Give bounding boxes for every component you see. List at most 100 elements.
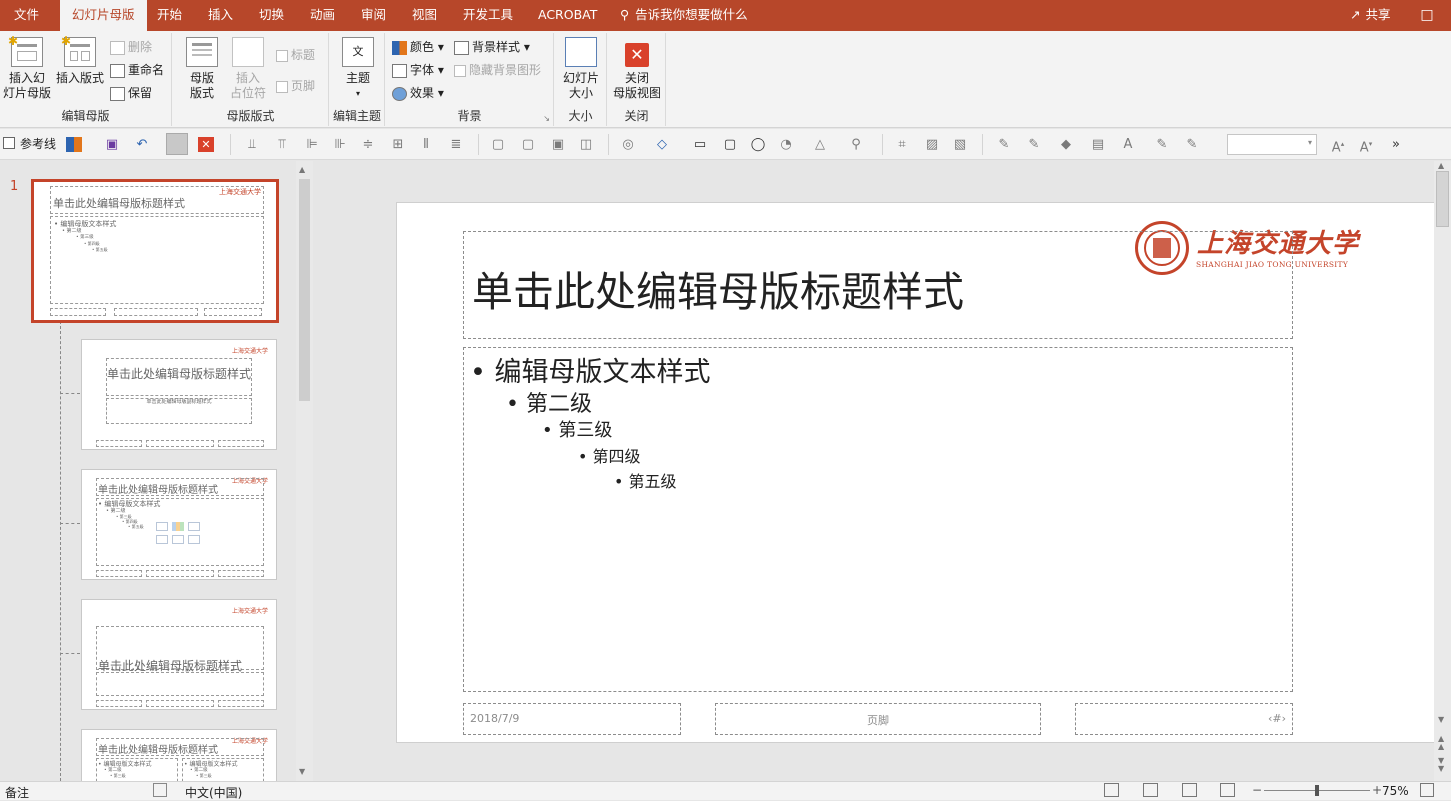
thumbnail-slide-master[interactable]: 单击此处编辑母版标题样式 上海交通大学 • 编辑母版文本样式 • 第二级 • 第… <box>31 179 279 323</box>
title-checkbox[interactable]: 标题 <box>276 45 315 65</box>
thumbnail-two-content-layout[interactable]: 上海交通大学 单击此处编辑母版标题样式 • 编辑母版文本样式 • 编辑母版文本样… <box>81 729 277 781</box>
color-scheme-icon[interactable] <box>66 137 82 152</box>
align-left-icon[interactable]: ⊫ <box>304 137 320 152</box>
effects-button[interactable]: 效果 ▾ <box>392 83 444 103</box>
text-eyedropper-icon[interactable]: ✎ <box>1154 137 1170 152</box>
tab-view[interactable]: 视图 <box>400 0 449 31</box>
scroll-down-icon[interactable]: ▼ <box>299 767 305 776</box>
triangle-icon[interactable]: △ <box>812 137 828 152</box>
date-placeholder[interactable]: 2018/7/9 <box>463 703 681 735</box>
send-backward-icon[interactable]: ▢ <box>520 137 536 152</box>
zoom-slider[interactable] <box>1264 785 1370 796</box>
rectangle-icon[interactable]: ▭ <box>692 137 708 152</box>
group-icon[interactable]: ▣ <box>550 137 566 152</box>
scroll-up-icon[interactable]: ▲ <box>299 165 305 174</box>
align-middle-icon[interactable]: ⊞ <box>390 137 406 152</box>
align-center-icon[interactable]: ≑ <box>360 137 376 152</box>
scrollbar-thumb[interactable] <box>299 179 310 401</box>
scroll-down-icon[interactable]: ▼ <box>1438 715 1444 724</box>
shape-picker-icon[interactable]: ◇ <box>654 137 670 152</box>
insert-placeholder-button[interactable]: 插入 占位符 <box>223 37 273 101</box>
distribute-horizontal-icon[interactable]: ⫴ <box>418 137 434 152</box>
align-top-icon[interactable]: ⫪ <box>274 137 290 152</box>
picture-icon[interactable]: ▨ <box>924 137 940 152</box>
eyedropper-outline-icon[interactable]: ✎ <box>1026 137 1042 152</box>
tell-me-search[interactable]: ⚲ 告诉我你想要做什么 <box>620 0 748 31</box>
font-size-combobox[interactable]: ▾ <box>1227 134 1317 155</box>
rename-button[interactable]: 重命名 <box>110 60 164 80</box>
reading-view-icon[interactable] <box>1182 783 1197 797</box>
hide-background-graphics-checkbox[interactable]: 隐藏背景图形 <box>454 60 541 80</box>
undo-icon[interactable]: ↶ <box>134 137 150 152</box>
thumbnail-content-layout[interactable]: 上海交通大学 单击此处编辑母版标题样式 • 编辑母版文本样式 • 第二级 • 第… <box>81 469 277 580</box>
crop-icon[interactable]: ⌗ <box>894 137 910 152</box>
notes-button[interactable]: 备注 <box>5 784 29 801</box>
tab-home[interactable]: 开始 <box>145 0 194 31</box>
scroll-up-icon[interactable]: ▲ <box>1438 161 1444 170</box>
thumbnail-scrollbar[interactable]: ▲ ▼ <box>296 161 313 781</box>
comments-icon[interactable]: □ <box>1418 6 1436 24</box>
close-master-view-button[interactable]: ✕ 关闭 母版视图 <box>611 37 663 101</box>
share-button[interactable]: ↗ 共享 <box>1350 0 1391 31</box>
colors-button[interactable]: 颜色 ▾ <box>392 37 444 57</box>
title-placeholder[interactable]: 单击此处编辑母版标题样式 <box>463 231 1293 339</box>
align-right-icon[interactable]: ⊪ <box>332 137 348 152</box>
merge-shapes-icon[interactable]: ◎ <box>620 137 636 152</box>
eyedropper-icon[interactable]: ✎ <box>996 137 1012 152</box>
slide-size-button[interactable]: 幻灯片 大小 <box>559 37 603 101</box>
tab-slide-master[interactable]: 幻灯片母版 <box>60 0 147 31</box>
text-outline-eyedropper-icon[interactable]: ✎ <box>1184 137 1200 152</box>
fit-to-window-icon[interactable] <box>1420 783 1434 797</box>
zoom-slider-knob[interactable] <box>1315 785 1319 796</box>
background-styles-button[interactable]: 背景样式 ▾ <box>454 37 530 57</box>
language-indicator[interactable]: 中文(中国) <box>185 784 242 801</box>
online-picture-icon[interactable]: ▧ <box>952 137 968 152</box>
thumbnail-title-layout[interactable]: 上海交通大学 单击此处编辑母版标题样式 单击此处编辑母版副标题样式 <box>81 339 277 450</box>
insert-layout-button[interactable]: ✱ 插入版式 <box>54 34 106 86</box>
slide-number-placeholder[interactable]: ‹#› <box>1075 703 1293 735</box>
dialog-launcher-icon[interactable]: ↘ <box>543 114 550 123</box>
tab-developer[interactable]: 开发工具 <box>451 0 525 31</box>
edit-points-icon[interactable]: ⚲ <box>848 137 864 152</box>
close-icon[interactable]: ✕ <box>198 137 214 152</box>
slide-canvas[interactable]: 上海交通大学 SHANGHAI JIAO TONG UNIVERSITY 单击此… <box>396 202 1435 743</box>
fill-color-icon[interactable]: ◆ <box>1058 137 1074 152</box>
save-icon[interactable]: ▣ <box>104 137 120 152</box>
tab-animations[interactable]: 动画 <box>298 0 347 31</box>
tab-insert[interactable]: 插入 <box>196 0 245 31</box>
thumbnail-section-layout[interactable]: 上海交通大学 单击此处编辑母版标题样式 <box>81 599 277 710</box>
tab-review[interactable]: 审阅 <box>349 0 398 31</box>
previous-slide-icon[interactable]: ▲ ▲ <box>1438 735 1444 751</box>
themes-button[interactable]: 文 主题 ▾ <box>338 37 378 101</box>
fonts-button[interactable]: 字体 ▾ <box>392 60 444 80</box>
increase-font-size-icon[interactable]: A▴ <box>1330 137 1346 155</box>
body-placeholder[interactable]: • 编辑母版文本样式 • 第二级 • 第三级 • 第四级 • 第五级 <box>463 347 1293 692</box>
layout-toggle-icon[interactable] <box>166 133 188 155</box>
zoom-out-icon[interactable]: − <box>1252 783 1262 797</box>
freeform-icon[interactable]: ◔ <box>778 137 794 152</box>
master-layout-button[interactable]: 母版 版式 <box>177 37 227 101</box>
text-box-icon[interactable]: ▤ <box>1090 137 1106 152</box>
rounded-rectangle-icon[interactable]: ▢ <box>722 137 738 152</box>
zoom-in-icon[interactable]: + <box>1372 783 1382 797</box>
slide-sorter-icon[interactable] <box>1143 783 1158 797</box>
insert-slide-master-button[interactable]: ✱ 插入幻 灯片母版 <box>2 34 52 101</box>
ellipse-icon[interactable]: ◯ <box>750 137 766 152</box>
tab-file[interactable]: 文件 <box>2 0 51 31</box>
footer-placeholder[interactable]: 页脚 <box>715 703 1041 735</box>
zoom-level[interactable]: 75% <box>1382 784 1409 798</box>
distribute-vertical-icon[interactable]: ≣ <box>448 137 464 152</box>
decrease-font-size-icon[interactable]: A▾ <box>1358 137 1374 155</box>
next-slide-icon[interactable]: ▼ ▼ <box>1438 757 1444 773</box>
preserve-button[interactable]: 保留 <box>110 83 152 103</box>
align-bottom-icon[interactable]: ⫫ <box>244 137 260 152</box>
tab-transitions[interactable]: 切换 <box>247 0 296 31</box>
scrollbar-thumb[interactable] <box>1436 171 1449 227</box>
slideshow-icon[interactable] <box>1220 783 1235 797</box>
normal-view-icon[interactable] <box>1104 783 1119 797</box>
ungroup-icon[interactable]: ◫ <box>578 137 594 152</box>
slide-scrollbar[interactable]: ▲ ▼ ▲ ▲ ▼ ▼ <box>1434 161 1451 781</box>
more-tools-icon[interactable]: » <box>1388 137 1404 152</box>
bring-forward-icon[interactable]: ▢ <box>490 137 506 152</box>
delete-button[interactable]: 删除 <box>110 37 152 57</box>
